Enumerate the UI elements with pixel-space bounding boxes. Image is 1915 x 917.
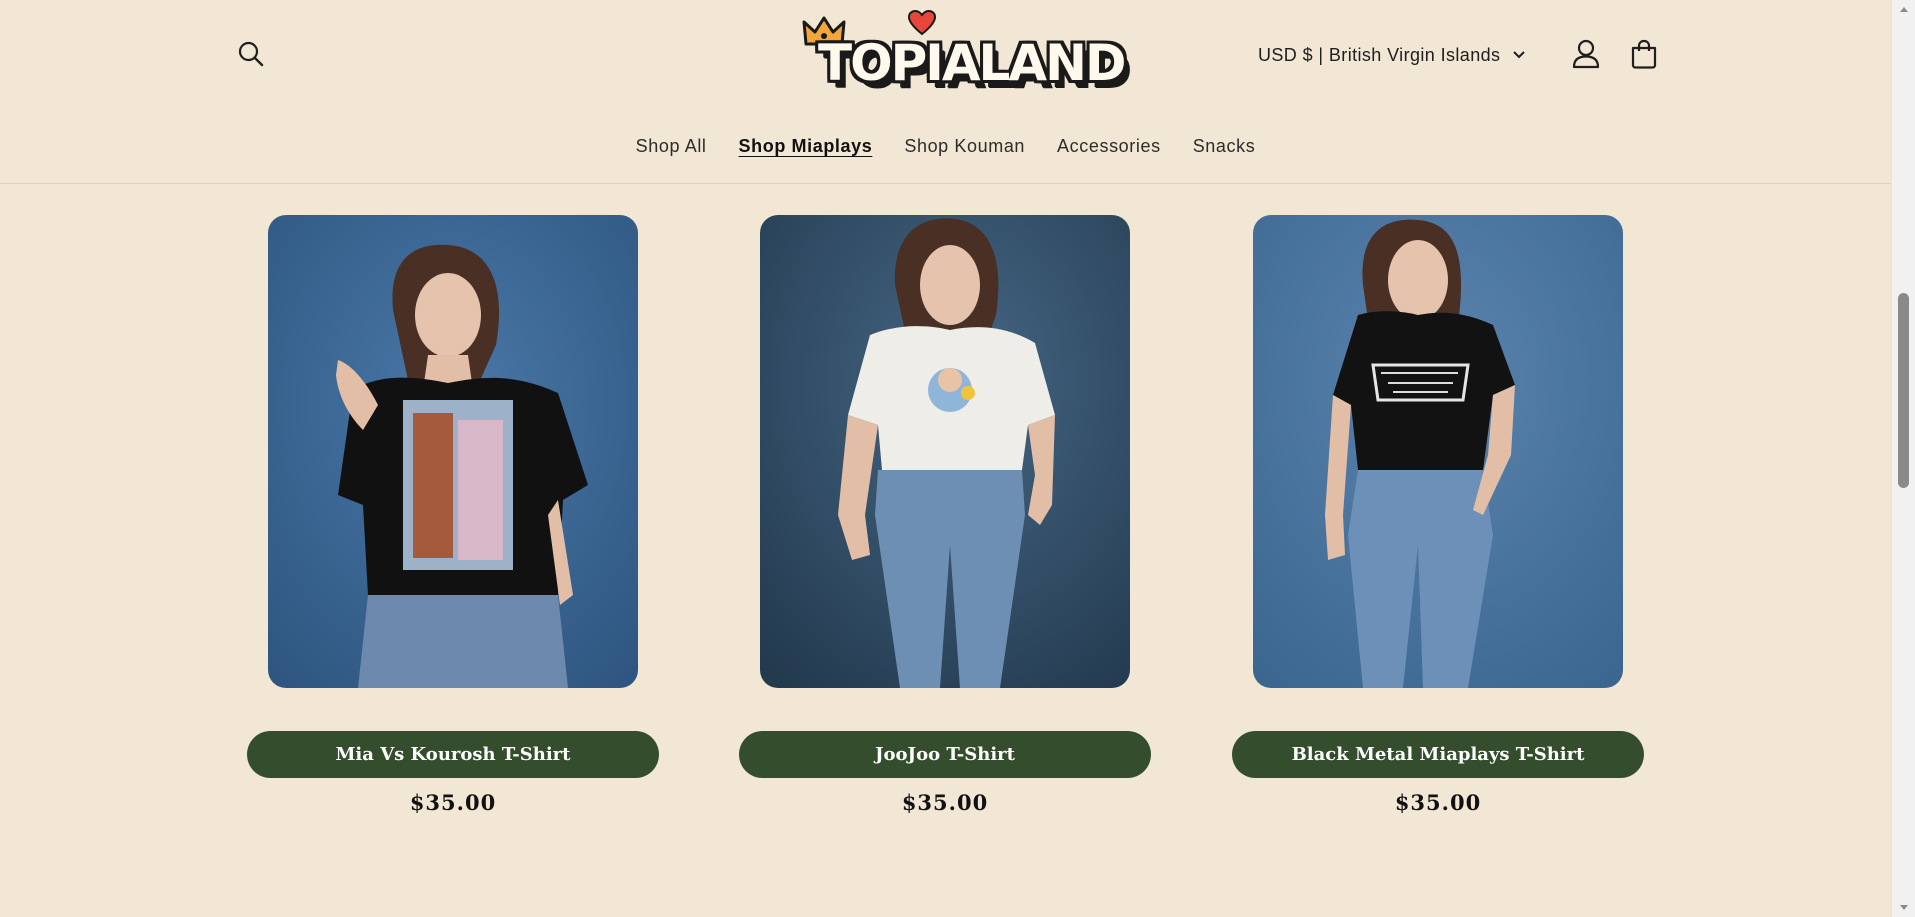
product-title-button[interactable]: Mia Vs Kourosh T-Shirt	[247, 731, 659, 778]
product-image[interactable]	[1253, 215, 1623, 688]
main-navigation: Shop All Shop Miaplays Shop Kouman Acces…	[0, 132, 1891, 164]
model-photo-black-metal-tee	[1253, 215, 1623, 688]
account-button[interactable]	[1566, 34, 1606, 74]
scroll-down-arrow[interactable]	[1892, 899, 1915, 917]
shopping-bag-icon	[1631, 39, 1657, 69]
store-page: TOPIALAND USD $ | British Virgin Islands…	[0, 0, 1891, 917]
product-image[interactable]	[268, 215, 638, 688]
scrollbar-thumb[interactable]	[1898, 293, 1909, 488]
product-price: $35.00	[901, 790, 989, 815]
product-title-button[interactable]: Black Metal Miaplays T-Shirt	[1232, 731, 1644, 778]
product-title-button[interactable]: JooJoo T-Shirt	[739, 731, 1151, 778]
nav-shop-kouman[interactable]: Shop Kouman	[888, 132, 1041, 164]
product-price: $35.00	[1394, 790, 1482, 815]
cart-button[interactable]	[1624, 34, 1664, 74]
model-photo-black-art-tee	[268, 215, 638, 688]
scroll-up-arrow[interactable]	[1892, 0, 1915, 18]
nav-shop-all[interactable]: Shop All	[620, 132, 723, 164]
vertical-scrollbar[interactable]	[1891, 0, 1915, 917]
currency-selector[interactable]: USD $ | British Virgin Islands	[1258, 40, 1526, 70]
currency-label: USD $ | British Virgin Islands	[1258, 44, 1501, 65]
nav-snacks[interactable]: Snacks	[1177, 132, 1272, 164]
triangle-up-icon	[1900, 7, 1908, 12]
chevron-down-icon	[1513, 51, 1526, 59]
site-header: TOPIALAND USD $ | British Virgin Islands…	[0, 0, 1891, 184]
nav-accessories[interactable]: Accessories	[1041, 132, 1177, 164]
product-image[interactable]	[760, 215, 1130, 688]
model-photo-white-cartoon-tee	[760, 215, 1130, 688]
search-icon	[238, 41, 264, 67]
logo-text: TOPIALAND	[818, 34, 1126, 92]
product-price: $35.00	[409, 790, 497, 815]
triangle-down-icon	[1900, 905, 1908, 910]
nav-shop-miaplays[interactable]: Shop Miaplays	[723, 132, 889, 164]
site-logo[interactable]: TOPIALAND	[800, 8, 1126, 98]
heart-icon	[908, 10, 936, 36]
user-icon	[1572, 39, 1600, 69]
search-button[interactable]	[231, 34, 271, 74]
